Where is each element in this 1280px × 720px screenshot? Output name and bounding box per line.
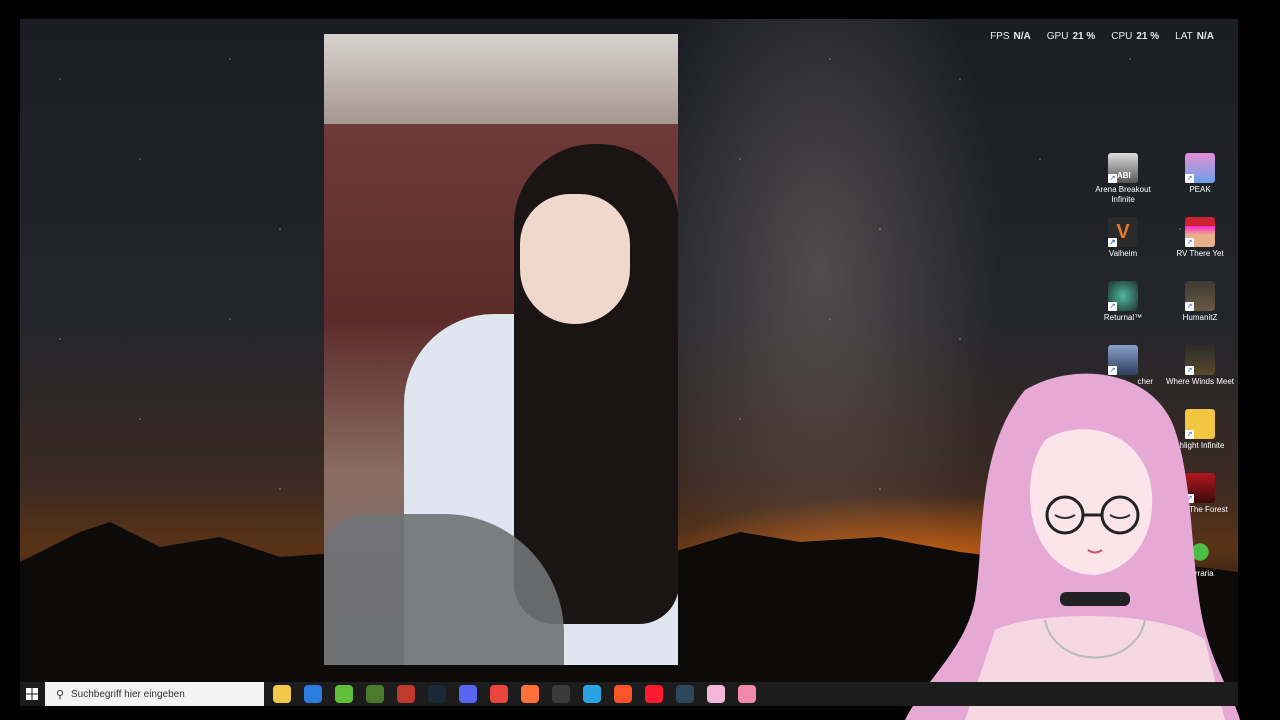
windows-logo-icon [26, 688, 38, 700]
start-button[interactable] [20, 682, 44, 706]
chrome-icon[interactable] [490, 685, 508, 703]
obs-icon[interactable] [552, 685, 570, 703]
arena-breakout-icon: ABI ↗ [1108, 153, 1138, 183]
stat-cpu: CPU 21 % [1111, 31, 1160, 42]
taskbar: ⚲ Suchbegriff hier eingeben [20, 682, 1238, 706]
valheim-icon: V ↗ [1108, 217, 1138, 247]
shortcut-arrow-icon: ↗ [1185, 238, 1194, 247]
blue-app-icon[interactable] [583, 685, 601, 703]
minecraft-icon[interactable] [366, 685, 384, 703]
discord-icon[interactable] [453, 682, 483, 706]
file-explorer-icon[interactable] [273, 685, 291, 703]
desktop-icon-rv-there-yet[interactable]: ↗ RV There Yet [1162, 217, 1238, 259]
returnal-icon: ↗ [1108, 281, 1138, 311]
red-app-icon[interactable] [397, 685, 415, 703]
opera-icon[interactable] [645, 685, 663, 703]
search-placeholder: Suchbegriff hier eingeben [71, 688, 185, 700]
steam-app-icon[interactable] [676, 685, 694, 703]
store-icon[interactable] [304, 685, 322, 703]
taskbar-search-box[interactable]: ⚲ Suchbegriff hier eingeben [45, 682, 264, 706]
desktop-icon-returnal[interactable]: ↗ Returnal™ [1085, 281, 1161, 323]
stat-lat: LAT N/A [1175, 31, 1214, 42]
stat-gpu: GPU 21 % [1046, 31, 1096, 42]
search-icon: ⚲ [55, 688, 65, 701]
green-app-icon[interactable] [335, 685, 353, 703]
stat-fps: FPS N/A [990, 31, 1031, 42]
shortcut-arrow-icon: ↗ [1185, 302, 1194, 311]
performance-overlay: FPS N/A GPU 21 % CPU 21 % LAT N/A [990, 31, 1214, 42]
desktop-icon-valheim[interactable]: V ↗ Valheim [1085, 217, 1161, 259]
humanitz-icon: ↗ [1185, 281, 1215, 311]
pink-app-icon[interactable] [707, 685, 725, 703]
pink-bar-icon[interactable] [738, 685, 756, 703]
rv-there-yet-icon: ↗ [1185, 217, 1215, 247]
shortcut-arrow-icon: ↗ [1108, 238, 1117, 247]
photo-person-face [520, 194, 630, 324]
vtuber-avatar-overlay [905, 373, 1240, 720]
brave-icon[interactable] [614, 685, 632, 703]
peak-icon: ↗ [1185, 153, 1215, 183]
steam-icon[interactable] [428, 685, 446, 703]
photo-ceiling [324, 34, 678, 124]
desktop-icon-arena-breakout[interactable]: ABI ↗ Arena Breakout Infinite [1085, 153, 1161, 205]
shortcut-arrow-icon: ↗ [1185, 174, 1194, 183]
photo-viewer-window[interactable] [324, 34, 678, 665]
desktop-icon-humanitz[interactable]: ↗ HumanitZ [1162, 281, 1238, 323]
firefox-icon[interactable] [521, 685, 539, 703]
desktop-icon-peak[interactable]: ↗ PEAK [1162, 153, 1238, 195]
shortcut-arrow-icon: ↗ [1108, 302, 1117, 311]
shortcut-arrow-icon: ↗ [1108, 174, 1117, 183]
